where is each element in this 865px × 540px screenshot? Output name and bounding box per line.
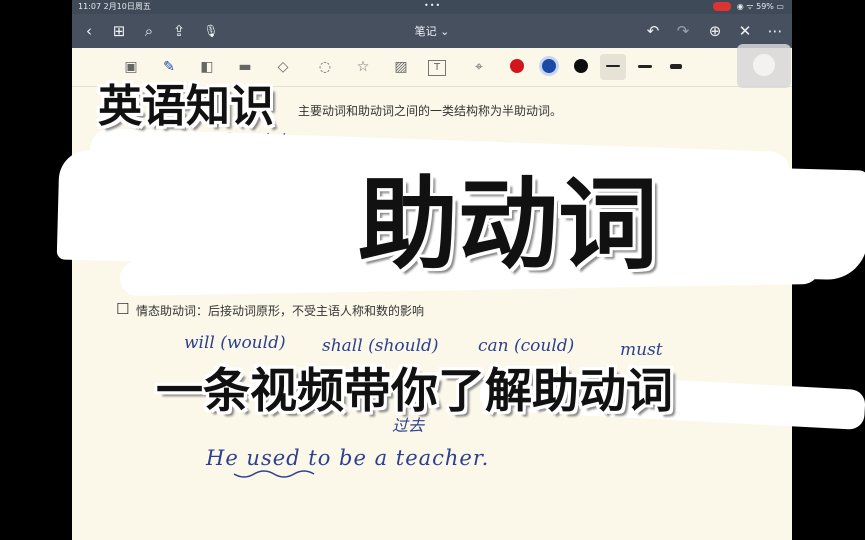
handwriting-will: will (would) [184,333,286,353]
overlay-subtitle: 一条视频带你了解助动词 [156,364,673,419]
photo-tool-icon[interactable]: ▨ [390,56,412,78]
battery-level: 59% [756,2,774,11]
status-bar: 11:07 2月10日周五 ••• ◉ ᯤ 59% ▭ [72,0,792,14]
note-line-1: 主要动词和助动词之间的一类结构称为半助动词。 [298,104,563,118]
status-time: 11:07 2月10日周五 [78,2,151,11]
underline-squiggle [233,470,315,478]
shapes-tool-icon[interactable]: ◇ [272,56,294,78]
add-page-icon[interactable]: ⊕ [704,20,726,42]
page-thumbnail-knob[interactable] [753,54,775,76]
checkbox-icon[interactable]: ☐ [116,300,129,318]
color-blue-swatch[interactable] [542,59,556,73]
close-icon[interactable]: ✕ [734,20,756,42]
modal-verbs-label: 情态助动词：后接动词原形，不受主语人称和数的影响 [136,304,425,318]
color-black-swatch[interactable] [574,59,588,73]
stroke-thick[interactable] [670,64,682,69]
stroke-thin-selected[interactable] [600,54,626,80]
redo-icon[interactable]: ↷ [672,20,694,42]
laser-pointer-icon[interactable]: ⌖ [468,56,490,78]
status-dots: ••• [424,1,442,10]
stroke-thin[interactable] [606,65,620,67]
record-icon [712,2,731,11]
overlay-tag: 英语知识 [98,81,274,132]
lasso-tool-icon[interactable]: ◌ [314,56,336,78]
overlay-main-title: 助动词 [358,166,658,283]
text-tool-icon[interactable]: T [428,60,446,76]
sticker-tool-icon[interactable]: ☆ [352,56,374,78]
nav-bar: ‹ ⊞ ⌕ ⇪ 🎙 笔记 ⌄ ↶ ↷ ⊕ ✕ ⋯ [72,14,792,48]
more-icon[interactable]: ⋯ [764,20,786,42]
undo-icon[interactable]: ↶ [642,20,664,42]
page-thumbnail-toggle[interactable] [737,44,791,88]
stroke-medium[interactable] [638,65,652,68]
color-red-swatch[interactable] [510,59,524,73]
status-right: ◉ ᯤ 59% ▭ [712,0,784,14]
